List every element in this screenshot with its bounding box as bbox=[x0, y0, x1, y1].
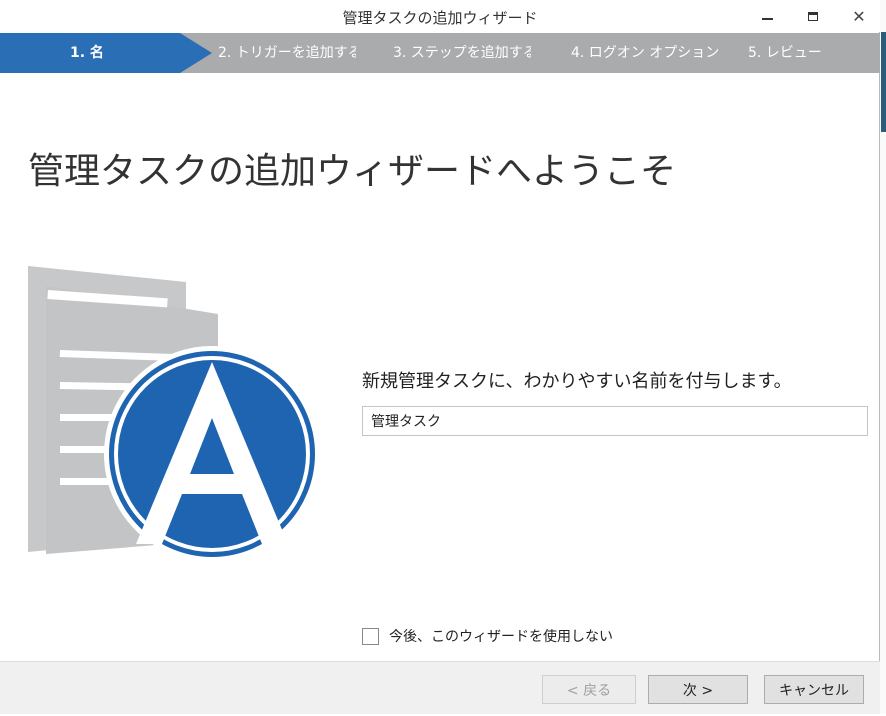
cancel-button[interactable]: キャンセル bbox=[764, 675, 864, 704]
minimize-button[interactable] bbox=[744, 0, 790, 32]
page-heading: 管理タスクの追加ウィザードへようこそ bbox=[28, 151, 677, 193]
step-1-name[interactable]: 1. 名 bbox=[0, 33, 180, 73]
maximize-icon bbox=[808, 11, 818, 21]
task-name-prompt: 新規管理タスクに、わかりやすい名前を付与します。 bbox=[362, 371, 792, 392]
active-step-arrow bbox=[180, 33, 212, 73]
dont-use-wizard-checkbox[interactable] bbox=[362, 627, 379, 645]
background-window-accent bbox=[881, 32, 886, 132]
document-illustration-icon bbox=[28, 266, 320, 562]
minimize-icon bbox=[761, 18, 773, 20]
task-name-input[interactable] bbox=[362, 406, 868, 436]
close-button[interactable]: ✕ bbox=[836, 0, 882, 32]
close-icon: ✕ bbox=[852, 6, 866, 26]
step-2-add-trigger[interactable]: 2. トリガーを追加する bbox=[218, 33, 356, 73]
background-window-edge bbox=[880, 0, 886, 716]
dont-use-wizard-option[interactable]: 今後、このウィザードを使用しない bbox=[362, 626, 613, 646]
title-bar: 管理タスクの追加ウィザード ✕ bbox=[0, 0, 880, 32]
maximize-button[interactable] bbox=[790, 0, 836, 32]
dont-use-wizard-label: 今後、このウィザードを使用しない bbox=[389, 629, 613, 645]
wizard-illustration bbox=[26, 262, 326, 566]
step-3-add-steps[interactable]: 3. ステップを追加する bbox=[393, 33, 531, 73]
step-4-logon-options[interactable]: 4. ログオン オプション bbox=[571, 33, 721, 73]
next-button[interactable]: 次 > bbox=[648, 675, 748, 704]
step-5-review[interactable]: 5. レビュー bbox=[748, 33, 848, 73]
wizard-footer: < 戻る 次 > キャンセル bbox=[0, 661, 880, 715]
wizard-window: 管理タスクの追加ウィザード ✕ 1. 名 2. トリガーを追加する 3. ステッ… bbox=[0, 0, 880, 715]
back-button[interactable]: < 戻る bbox=[542, 675, 636, 704]
letter-a-circle-logo-icon bbox=[104, 346, 320, 562]
